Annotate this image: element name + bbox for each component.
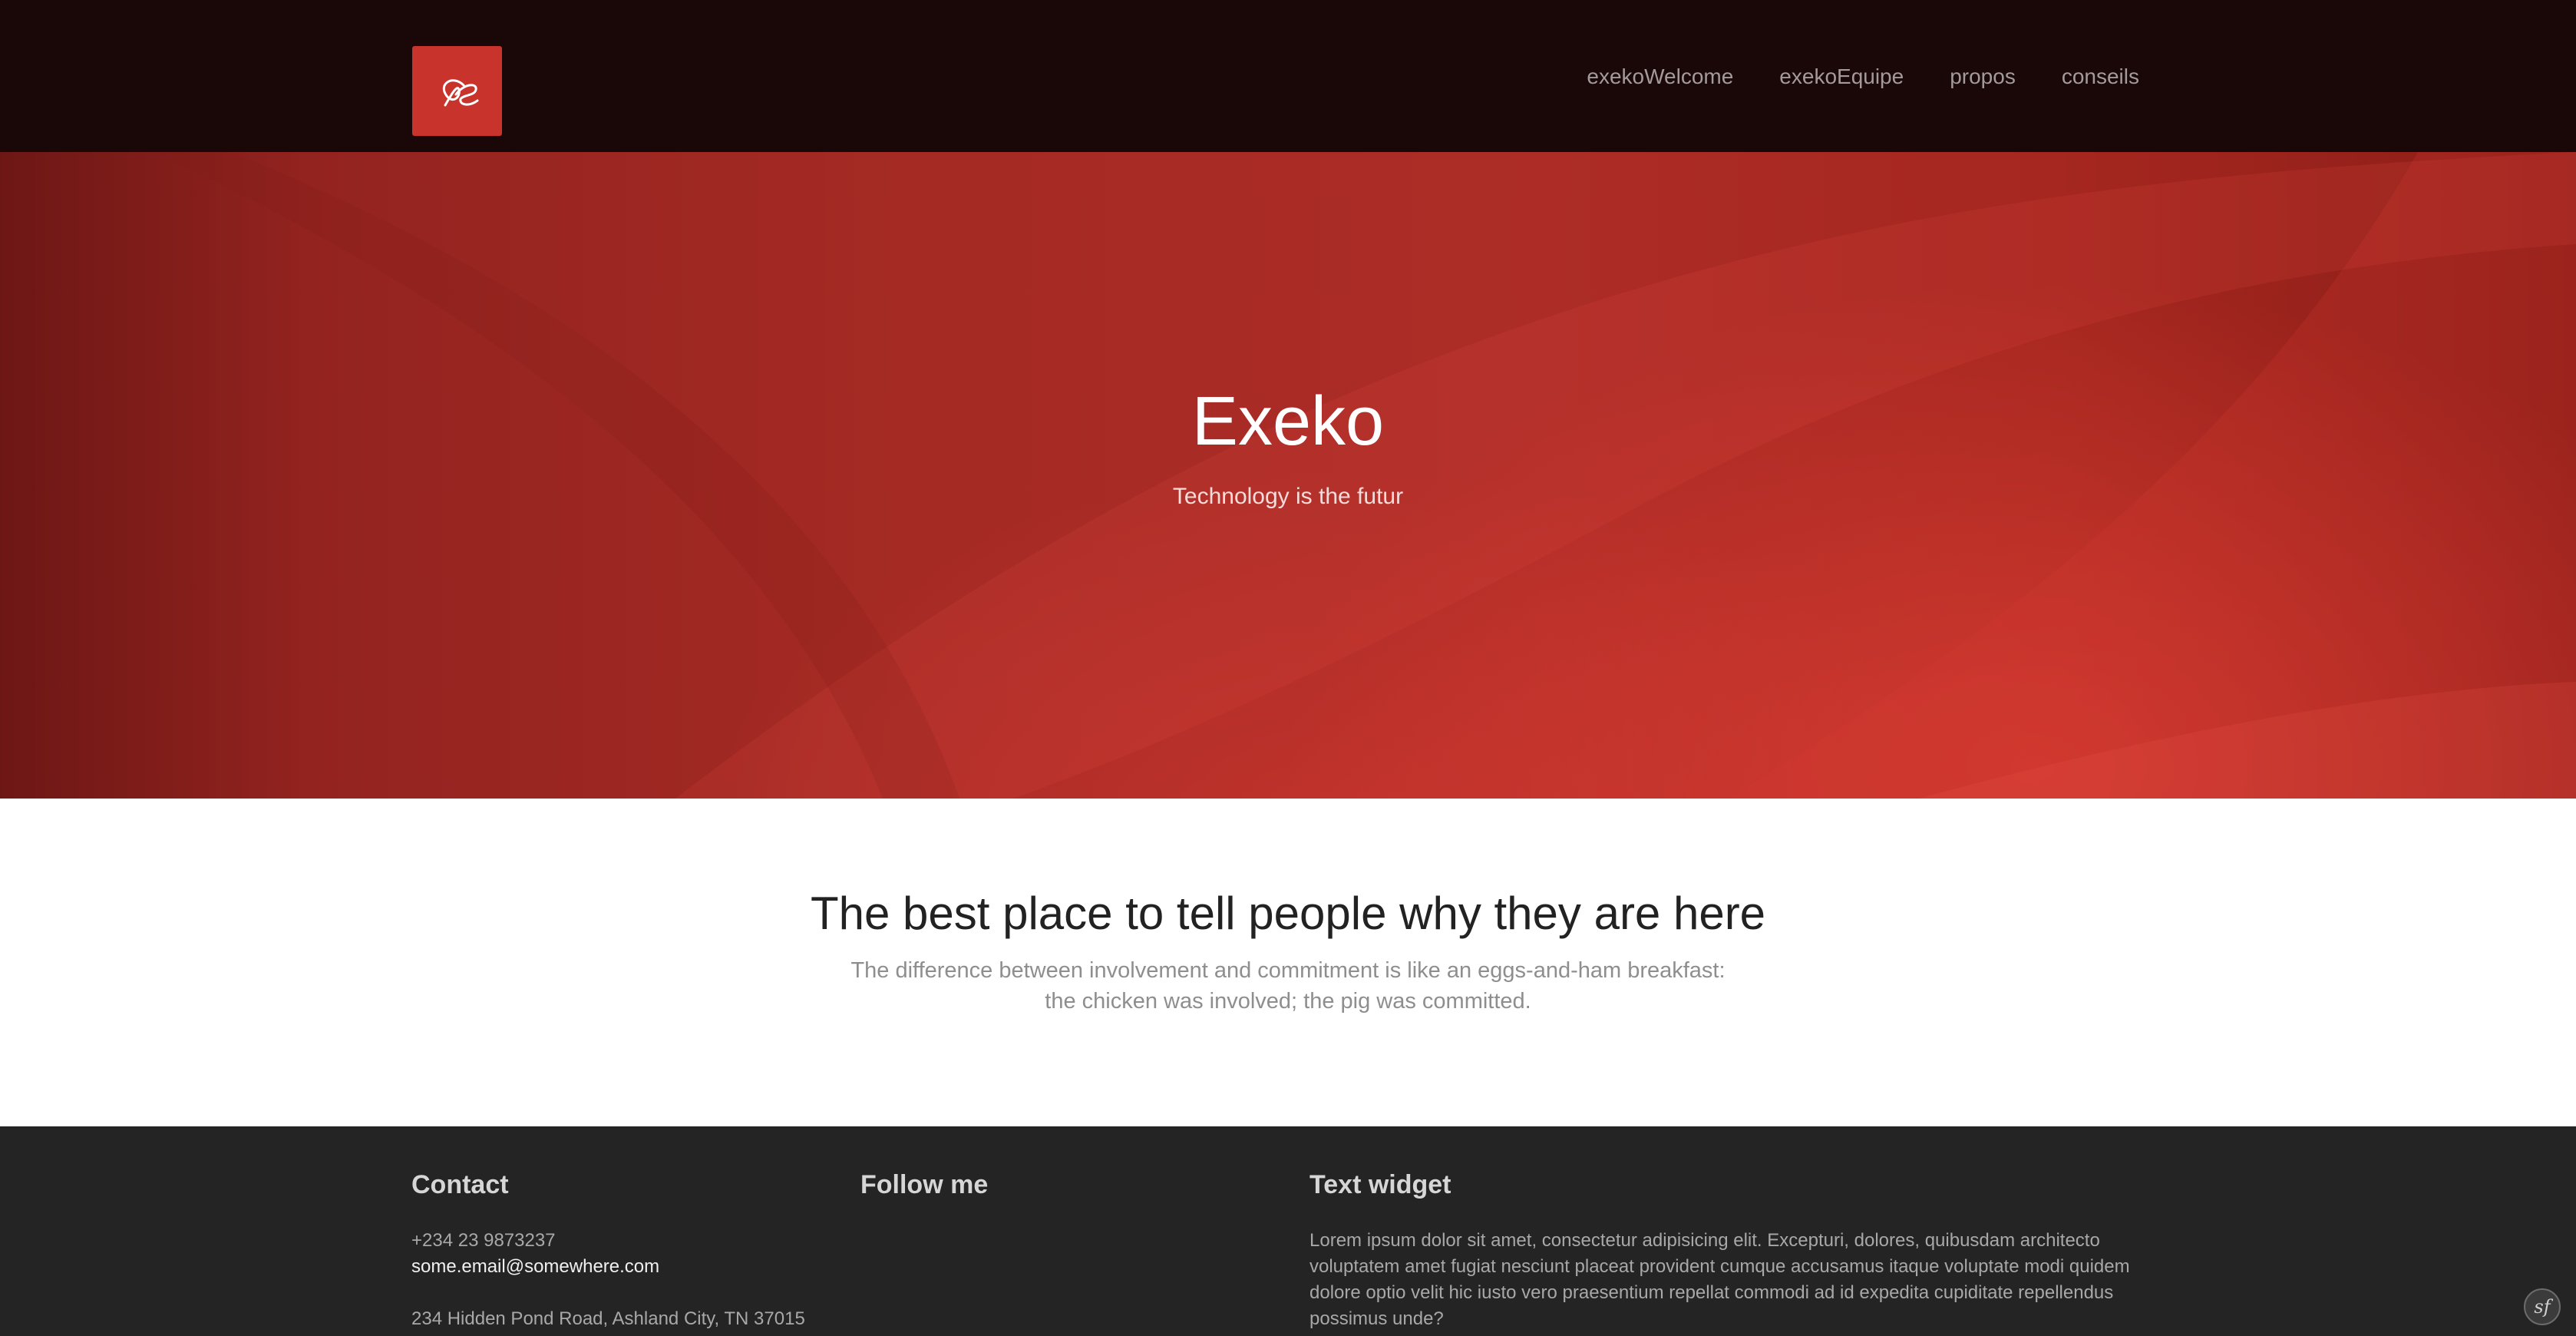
- footer-contact: Contact +234 23 9873237 some.email@somew…: [411, 1169, 811, 1332]
- footer: Contact +234 23 9873237 some.email@somew…: [0, 1126, 2576, 1336]
- nav-link-exekowelcome[interactable]: exekoWelcome: [1587, 60, 1733, 94]
- navbar: exekoWelcome exekoEquipe propos conseils: [0, 0, 2576, 152]
- intro-section: The best place to tell people why they a…: [0, 799, 2576, 1126]
- intro-heading: The best place to tell people why they a…: [810, 888, 1766, 939]
- contact-address: 234 Hidden Pond Road, Ashland City, TN 3…: [411, 1308, 805, 1329]
- footer-text-widget: Text widget Lorem ipsum dolor sit amet, …: [1309, 1169, 2154, 1332]
- logo-icon: [442, 79, 478, 106]
- contact-title: Contact: [411, 1170, 509, 1199]
- hero-title: Exeko: [1191, 383, 1385, 460]
- logo-link[interactable]: [412, 46, 502, 136]
- hero-background-waves: [154, 152, 2576, 799]
- nav-link-exekoequipe[interactable]: exekoEquipe: [1779, 60, 1904, 94]
- symfony-toolbar-icon[interactable]: sf: [2524, 1288, 2561, 1325]
- text-widget-body: Lorem ipsum dolor sit amet, consectetur …: [1309, 1230, 2130, 1329]
- contact-email-link[interactable]: some.email@somewhere.com: [411, 1254, 811, 1280]
- follow-title: Follow me: [860, 1170, 989, 1199]
- hero-subtitle: Technology is the futur: [1172, 484, 1404, 509]
- nav-item-conseils: conseils: [2062, 60, 2139, 94]
- intro-text-line-2: the chicken was involved; the pig was co…: [1045, 989, 1531, 1014]
- nav-link-propos[interactable]: propos: [1950, 60, 2016, 94]
- footer-follow: Follow me: [860, 1169, 1260, 1228]
- nav-link-conseils[interactable]: conseils: [2062, 60, 2139, 94]
- nav-item-propos: propos: [1950, 60, 2016, 94]
- contact-phone: +234 23 9873237: [411, 1230, 556, 1251]
- nav-item-exekowelcome: exekoWelcome: [1587, 60, 1733, 94]
- page: exekoWelcome exekoEquipe propos conseils…: [0, 0, 2576, 1336]
- text-widget-title: Text widget: [1309, 1170, 1451, 1199]
- nav-item-exekoequipe: exekoEquipe: [1779, 60, 1904, 94]
- intro-text-line-1: The difference between involvement and c…: [850, 958, 1726, 983]
- intro-text: The difference between involvement and c…: [0, 955, 2576, 1017]
- hero-banner: Exeko Technology is the futur: [0, 152, 2576, 799]
- main-nav: exekoWelcome exekoEquipe propos conseils: [1587, 60, 2139, 94]
